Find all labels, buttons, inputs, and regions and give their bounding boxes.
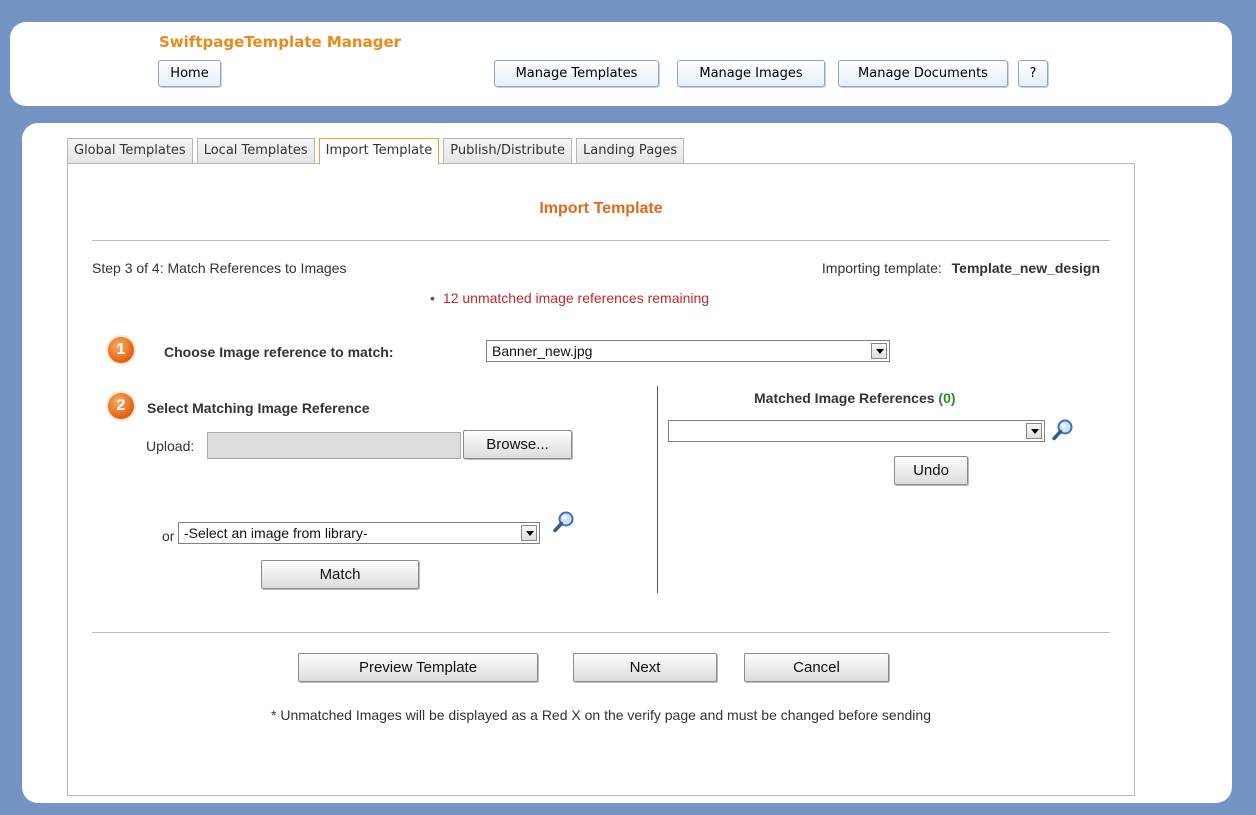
step-indicator: Step 3 of 4: Match References to Images	[92, 260, 347, 276]
manage-templates-button[interactable]: Manage Templates	[494, 60, 659, 87]
search-icon[interactable]	[552, 510, 576, 534]
help-button[interactable]: ?	[1018, 60, 1048, 87]
import-template-content: Import Template Step 3 of 4: Match Refer…	[67, 163, 1135, 796]
step-1-badge: 1	[108, 337, 134, 363]
select-matching-label: Select Matching Image Reference	[147, 400, 370, 416]
tab-landing-pages[interactable]: Landing Pages	[576, 138, 685, 164]
match-button[interactable]: Match	[261, 560, 419, 589]
upload-file-field[interactable]	[207, 432, 461, 459]
importing-label: Importing template:	[821, 260, 942, 276]
next-button[interactable]: Next	[573, 653, 717, 682]
matched-references-label: Matched Image References (0)	[754, 390, 956, 406]
chevron-down-icon[interactable]	[521, 525, 537, 541]
image-reference-selected: Banner_new.jpg	[492, 343, 593, 359]
unmatched-footnote: * Unmatched Images will be displayed as …	[271, 707, 931, 723]
step-2-badge: 2	[108, 393, 134, 419]
image-library-selected: -Select an image from library-	[184, 525, 368, 541]
tab-global-templates[interactable]: Global Templates	[67, 138, 193, 164]
undo-button[interactable]: Undo	[894, 456, 968, 485]
matched-references-title: Matched Image References	[754, 390, 935, 406]
manage-documents-button[interactable]: Manage Documents	[838, 60, 1008, 87]
matched-count: (0)	[938, 390, 956, 406]
chevron-down-icon[interactable]	[1026, 423, 1042, 439]
image-library-select[interactable]: -Select an image from library-	[178, 522, 540, 544]
matched-references-select[interactable]	[668, 420, 1045, 442]
warning-text: 12 unmatched image references remaining	[442, 290, 710, 306]
tab-bar: Global Templates Local Templates Import …	[67, 138, 688, 165]
app-title: SwiftpageTemplate Manager	[159, 33, 402, 51]
search-icon[interactable]	[1051, 418, 1075, 442]
footer-divider	[92, 632, 1110, 633]
choose-reference-label: Choose Image reference to match:	[164, 344, 394, 360]
importing-template-name: Template_new_design	[951, 260, 1100, 276]
manage-images-button[interactable]: Manage Images	[677, 60, 825, 87]
tab-import-template[interactable]: Import Template	[318, 138, 440, 165]
importing-template: Importing template: Template_new_design	[822, 260, 1100, 276]
page-heading: Import Template	[539, 200, 663, 217]
upload-label: Upload:	[146, 438, 195, 454]
preview-template-button[interactable]: Preview Template	[298, 653, 538, 682]
browse-button[interactable]: Browse...	[463, 430, 572, 459]
column-divider	[657, 386, 658, 593]
unmatched-warning: • 12 unmatched image references remaining	[430, 290, 709, 306]
home-button[interactable]: Home	[158, 60, 221, 87]
image-reference-select[interactable]: Banner_new.jpg	[486, 340, 890, 362]
main-panel: Global Templates Local Templates Import …	[22, 123, 1232, 803]
cancel-button[interactable]: Cancel	[744, 653, 889, 682]
heading-divider	[92, 240, 1110, 241]
tab-publish-distribute[interactable]: Publish/Distribute	[443, 138, 572, 164]
chevron-down-icon[interactable]	[871, 343, 887, 359]
header-panel: SwiftpageTemplate Manager Home Manage Te…	[10, 22, 1232, 106]
warning-bullet: •	[430, 290, 435, 306]
tab-local-templates[interactable]: Local Templates	[196, 138, 315, 164]
